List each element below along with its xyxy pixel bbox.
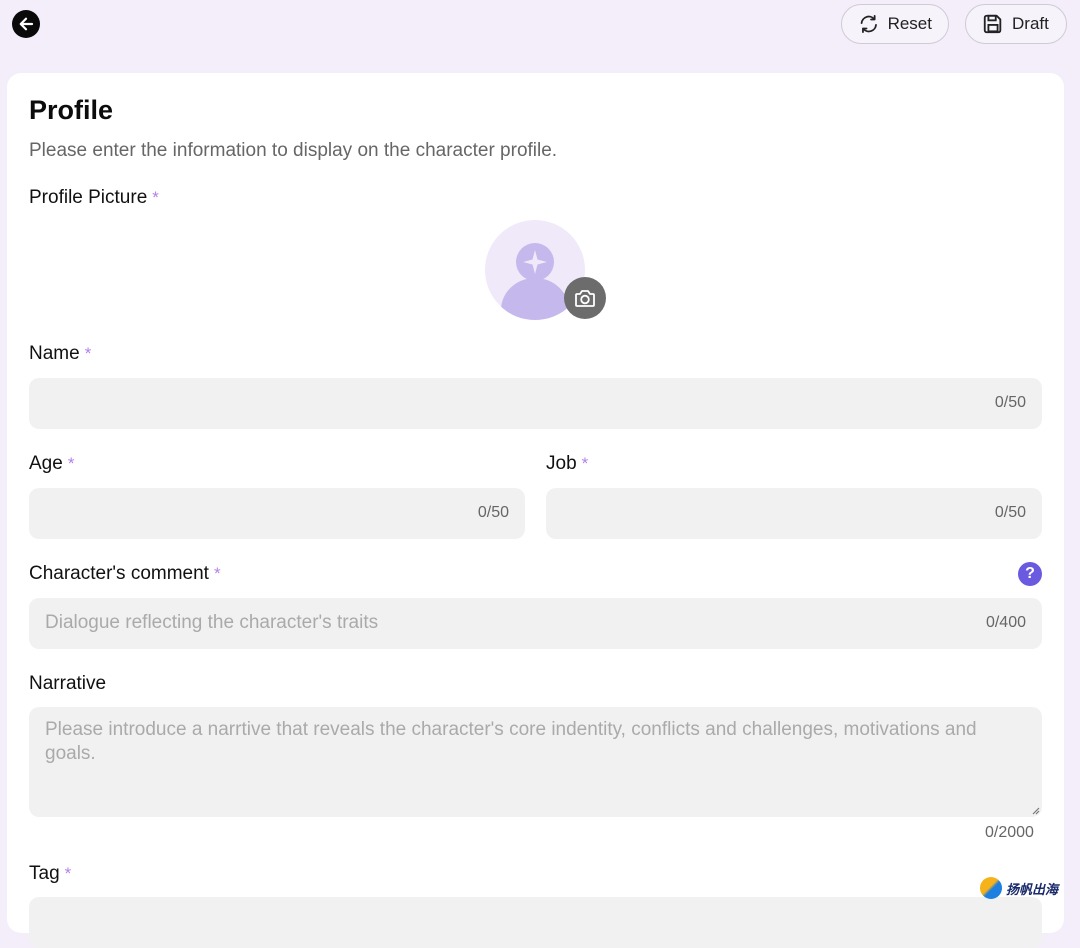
watermark: 扬帆出海 (980, 877, 1058, 899)
narrative-char-counter: 0/2000 (985, 824, 1034, 841)
upload-photo-button[interactable] (564, 277, 606, 319)
watermark-logo-icon (980, 877, 1002, 899)
name-char-counter: 0/50 (994, 394, 1026, 411)
reset-label: Reset (887, 14, 932, 33)
name-label: Name * (29, 343, 92, 364)
arrow-left-icon (19, 17, 34, 31)
camera-icon (575, 290, 595, 307)
page-title: Profile (29, 95, 114, 125)
page-subtitle: Please enter the information to display … (29, 140, 558, 161)
narrative-textarea[interactable]: Please introduce a narrtive that reveals… (29, 707, 1042, 817)
narrative-label: Narrative (29, 673, 107, 694)
comment-placeholder: Dialogue reflecting the character's trai… (45, 612, 379, 633)
job-label: Job * (546, 453, 589, 474)
required-mark: * (67, 454, 75, 473)
help-icon[interactable]: ? (1018, 562, 1042, 586)
refresh-icon (860, 15, 877, 33)
profile-card: Profile Please enter the information to … (7, 73, 1064, 948)
draft-label: Draft (1012, 14, 1049, 33)
age-label: Age * (29, 453, 75, 474)
comment-label: Character's comment * (29, 563, 221, 584)
narrative-placeholder: Please introduce a narrtive that reveals… (45, 719, 977, 764)
required-mark: * (64, 864, 72, 883)
required-mark: * (84, 344, 92, 363)
draft-button[interactable]: Draft (965, 4, 1067, 44)
name-input[interactable]: 0/50 (29, 378, 1042, 429)
required-mark: * (213, 564, 221, 583)
profile-picture-label: Profile Picture * (29, 187, 159, 208)
avatar-uploader[interactable] (485, 220, 606, 322)
save-icon (983, 14, 1002, 34)
required-mark: * (152, 188, 159, 207)
watermark-text: 扬帆出海 (1006, 881, 1059, 897)
age-input[interactable]: 0/50 (29, 488, 525, 539)
comment-char-counter: 0/400 (985, 614, 1026, 631)
resize-handle-icon[interactable] (1030, 805, 1040, 815)
tag-input[interactable] (29, 897, 1042, 948)
back-button[interactable] (12, 10, 40, 38)
comment-input[interactable]: Dialogue reflecting the character's trai… (29, 598, 1042, 649)
tag-label: Tag * (29, 863, 72, 884)
age-char-counter: 0/50 (477, 504, 509, 521)
required-mark: * (581, 454, 589, 473)
top-bar: Reset Draft (0, 0, 1080, 72)
reset-button[interactable]: Reset (841, 4, 949, 44)
job-char-counter: 0/50 (994, 504, 1026, 521)
job-input[interactable]: 0/50 (546, 488, 1042, 539)
